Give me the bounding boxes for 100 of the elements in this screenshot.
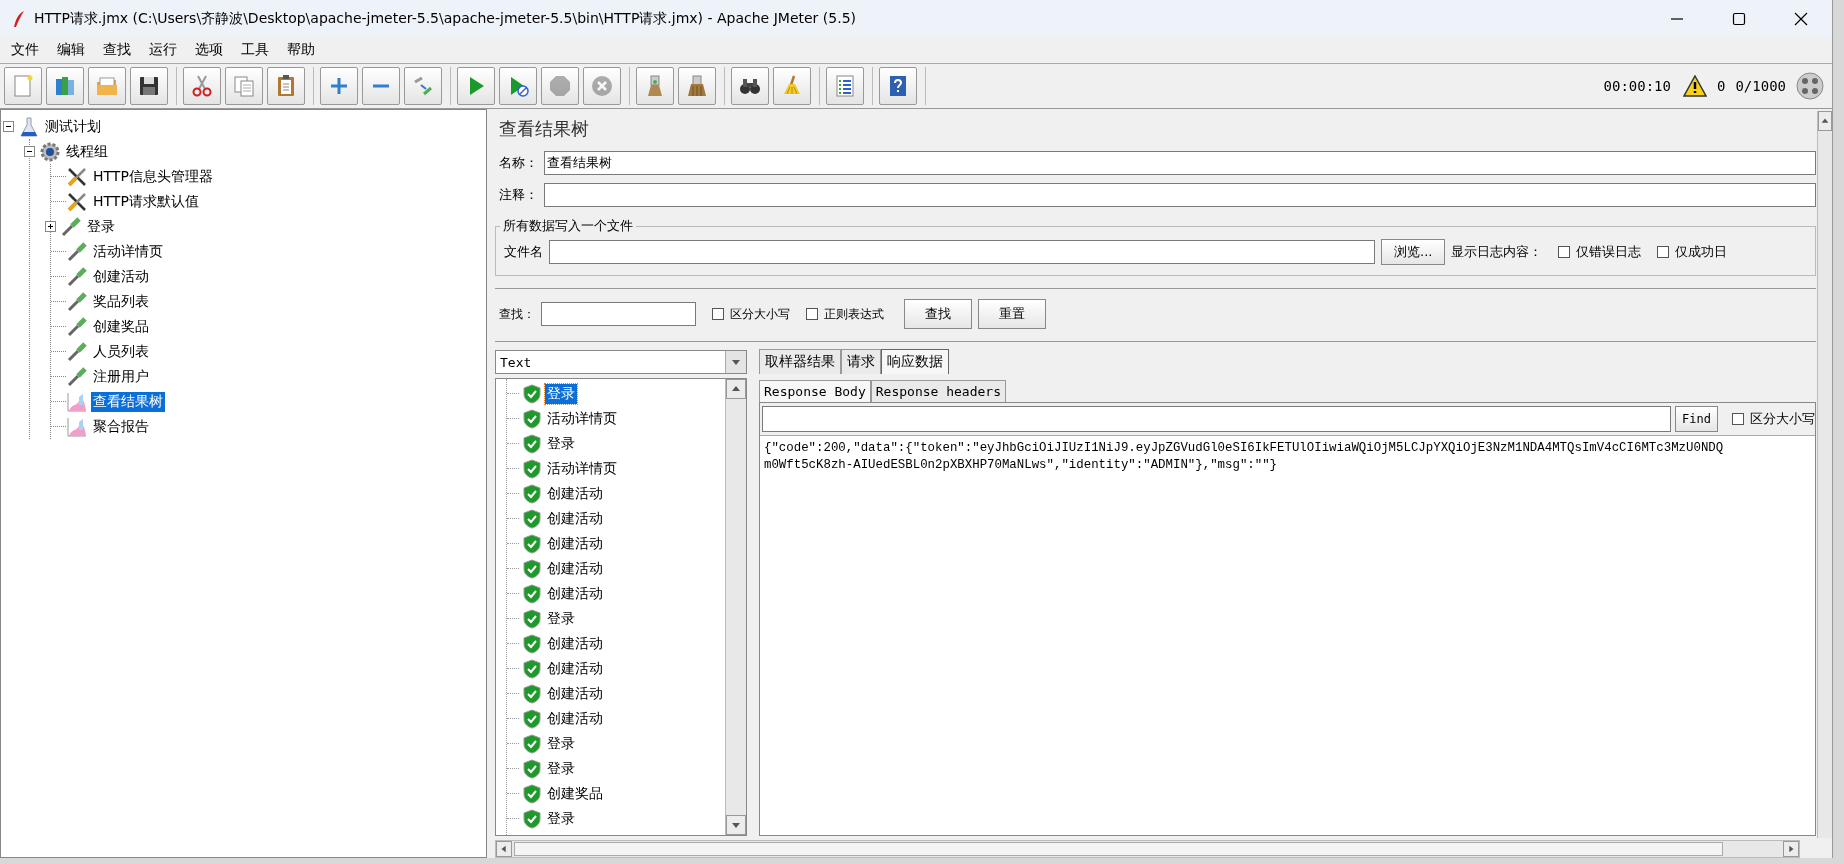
left-arrow-icon (499, 844, 509, 854)
wrench-screwdriver-icon (66, 165, 88, 188)
checkbox-label: 区分大小写 (1750, 410, 1815, 428)
result-item[interactable]: 创建活动 (545, 583, 605, 604)
tree-item[interactable]: 注册用户 (91, 366, 151, 387)
comment-field[interactable] (544, 183, 1816, 207)
result-item[interactable]: 登录 (545, 808, 577, 829)
field-label: 名称： (499, 154, 538, 172)
scroll-up-button[interactable] (726, 379, 746, 399)
list-icon (833, 74, 857, 98)
tab[interactable]: 请求 (841, 349, 881, 374)
collapse-icon[interactable] (3, 121, 14, 132)
tree-item[interactable]: 查看结果树 (91, 391, 165, 412)
scroll-up-button[interactable] (1818, 111, 1832, 131)
scissors-button[interactable] (183, 67, 221, 105)
tab[interactable]: 响应数据 (881, 349, 949, 374)
minus-button[interactable] (362, 67, 400, 105)
books-button[interactable] (46, 67, 84, 105)
list-button[interactable] (826, 67, 864, 105)
menu-item[interactable]: 选项 (186, 39, 232, 61)
expand-icon[interactable] (45, 221, 56, 232)
checkbox[interactable] (1558, 246, 1571, 258)
scroll-down-button[interactable] (726, 815, 746, 835)
scrollbar[interactable] (1817, 111, 1832, 838)
result-item[interactable]: 创建活动 (545, 508, 605, 529)
plus-button[interactable] (320, 67, 358, 105)
name-field[interactable]: 查看结果树 (544, 151, 1816, 175)
tree-item[interactable]: HTTP信息头管理器 (91, 166, 215, 187)
browse-button[interactable]: 浏览... (1381, 239, 1446, 265)
tree-item[interactable]: 人员列表 (91, 341, 151, 362)
result-item[interactable]: 登录 (545, 383, 577, 404)
result-item[interactable]: 创建活动 (545, 658, 605, 679)
search-field[interactable] (541, 302, 696, 326)
tree-item[interactable]: 创建活动 (91, 266, 151, 287)
tree-item[interactable]: 奖品列表 (91, 291, 151, 312)
field-label: 注释： (499, 186, 538, 204)
result-item[interactable]: 活动详情页 (545, 408, 619, 429)
page-icon (11, 74, 35, 98)
menu-item[interactable]: 帮助 (278, 39, 324, 61)
menu-item[interactable]: 工具 (232, 39, 278, 61)
pipette-icon (66, 290, 88, 313)
checkbox[interactable] (1657, 246, 1670, 258)
result-item[interactable]: 创建活动 (545, 558, 605, 579)
result-item[interactable]: 创建活动 (545, 633, 605, 654)
close-icon[interactable] (1794, 11, 1808, 26)
pipette-icon (60, 215, 82, 238)
scroll-left-button[interactable] (496, 841, 512, 857)
tree-item[interactable]: 测试计划 (43, 116, 103, 137)
play-button[interactable] (457, 67, 495, 105)
tab[interactable]: 取样器结果 (759, 349, 841, 374)
warning-icon (1683, 75, 1707, 97)
scroll-right-button[interactable] (1783, 841, 1799, 857)
renderer-dropdown[interactable]: Text (495, 350, 747, 374)
result-item[interactable]: 创建活动 (545, 683, 605, 704)
checkbox[interactable] (806, 308, 818, 320)
result-item[interactable]: 创建奖品 (545, 783, 605, 804)
checkbox[interactable] (1732, 413, 1744, 425)
tree-item[interactable]: 线程组 (64, 141, 110, 162)
menu-item[interactable]: 编辑 (48, 39, 94, 61)
result-item[interactable]: 登录 (545, 608, 577, 629)
play-circle-button[interactable] (499, 67, 537, 105)
find-button[interactable]: 查找 (904, 299, 972, 329)
broom-button[interactable] (636, 67, 674, 105)
reset-button[interactable]: 重置 (978, 299, 1046, 329)
binoculars-button[interactable] (731, 67, 769, 105)
scrollbar[interactable] (495, 840, 1800, 858)
result-item[interactable]: 创建活动 (545, 483, 605, 504)
checkbox[interactable] (712, 308, 724, 320)
elapsed-time: 00:00:10 (1603, 78, 1671, 94)
maximize-icon[interactable] (1732, 11, 1746, 26)
result-item[interactable]: 登录 (545, 433, 577, 454)
clipboard-button[interactable] (267, 67, 305, 105)
menu-item[interactable]: 查找 (94, 39, 140, 61)
tab[interactable]: Response Body (759, 380, 871, 402)
menu-item[interactable]: 运行 (140, 39, 186, 61)
find-field[interactable] (762, 406, 1672, 432)
scissors-icon (190, 74, 214, 98)
tree-item[interactable]: 活动详情页 (91, 241, 165, 262)
tree-item[interactable]: 聚合报告 (91, 416, 151, 437)
tab[interactable]: Response headers (870, 380, 1006, 402)
result-item[interactable]: 创建活动 (545, 708, 605, 729)
page-button[interactable] (4, 67, 42, 105)
collapse-icon[interactable] (24, 146, 35, 157)
tree-item[interactable]: 登录 (85, 216, 117, 237)
scrollbar[interactable] (725, 379, 746, 835)
menu-item[interactable]: 文件 (2, 39, 48, 61)
pipettes-button[interactable] (404, 67, 442, 105)
find-button[interactable]: Find (1675, 406, 1718, 432)
pipette-icon (66, 265, 88, 288)
tree-item[interactable]: HTTP请求默认值 (91, 191, 201, 212)
result-item[interactable]: 创建活动 (545, 533, 605, 554)
tree-item[interactable]: 创建奖品 (91, 316, 151, 337)
result-item[interactable]: 登录 (545, 758, 577, 779)
copy-button[interactable] (225, 67, 263, 105)
help-button[interactable] (879, 67, 917, 105)
brooms-button[interactable] (678, 67, 716, 105)
result-item[interactable]: 登录 (545, 733, 577, 754)
file-name-field[interactable] (549, 240, 1375, 264)
floppy-disk-button[interactable] (130, 67, 168, 105)
result-item[interactable]: 活动详情页 (545, 458, 619, 479)
